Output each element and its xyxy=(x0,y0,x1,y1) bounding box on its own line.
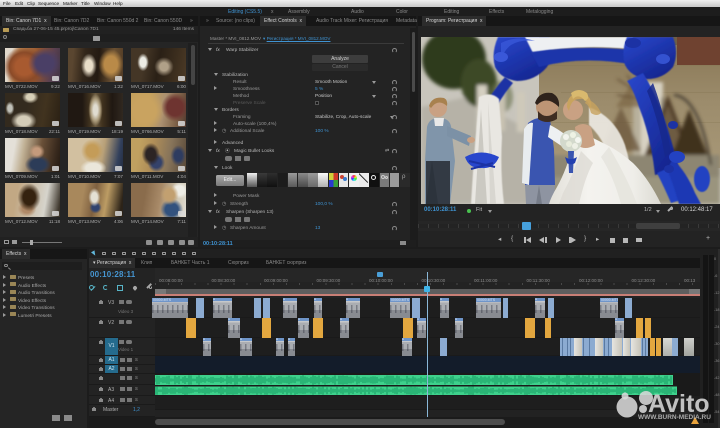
svg-text:WWW.BURN-MEDIA.RU: WWW.BURN-MEDIA.RU xyxy=(638,414,711,421)
